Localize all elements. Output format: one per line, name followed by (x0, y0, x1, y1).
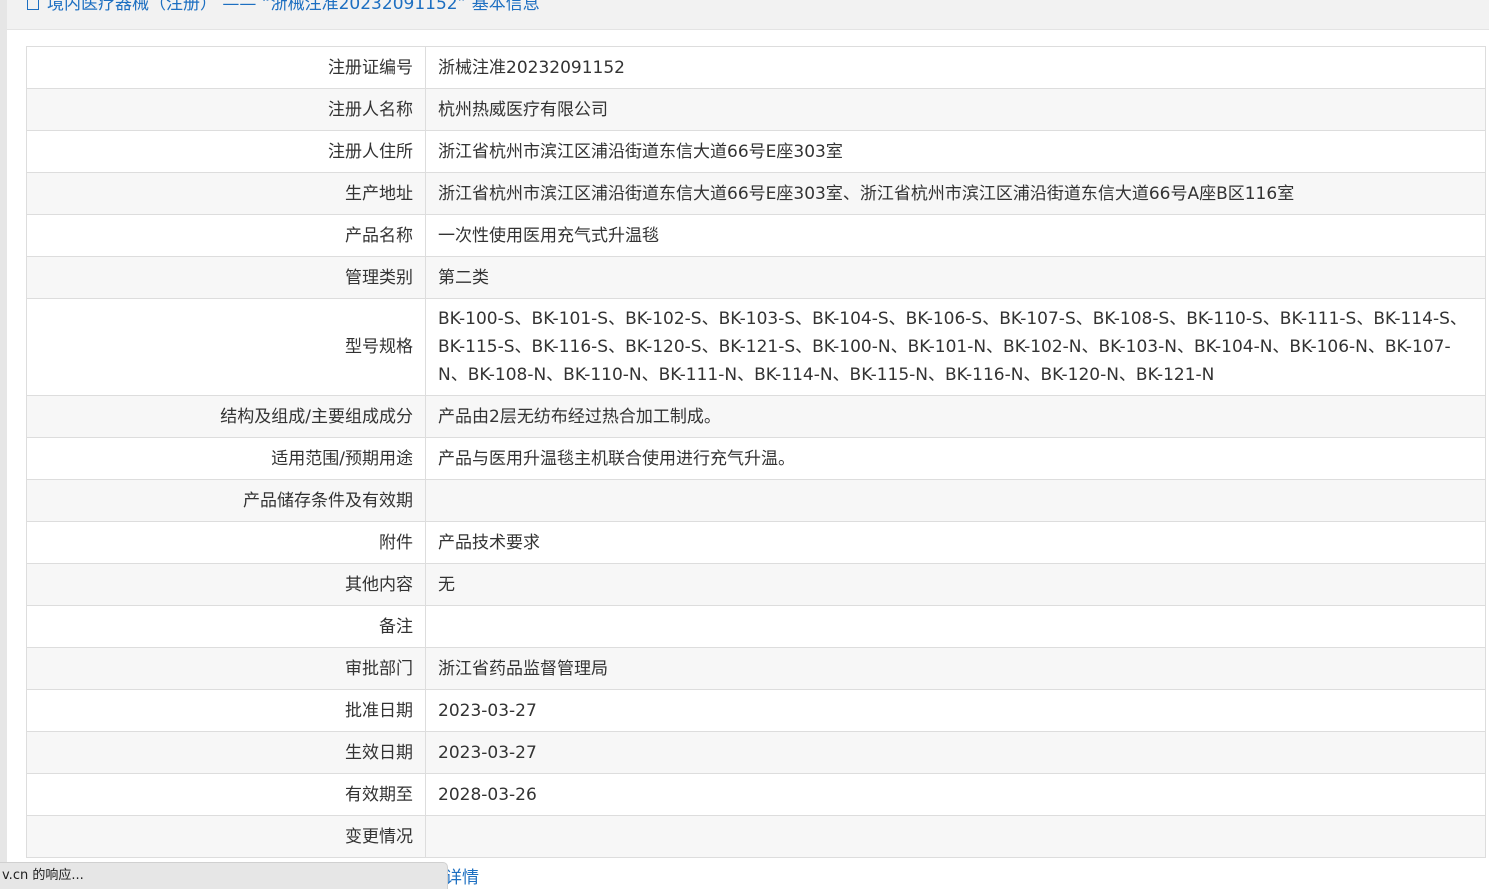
registration-info-table: 注册证编号 浙械注准20232091152 注册人名称 杭州热威医疗有限公司 注… (26, 46, 1486, 858)
row-value (425, 479, 1486, 522)
row-label: 管理类别 (26, 256, 426, 299)
row-label: 其他内容 (26, 563, 426, 606)
table-row: 管理类别 第二类 (26, 256, 1486, 299)
browser-status-bar: v.cn 的响应... (0, 862, 448, 889)
table-row: 审批部门 浙江省药品监督管理局 (26, 647, 1486, 690)
table-row: 注册人名称 杭州热威医疗有限公司 (26, 88, 1486, 131)
row-label: 产品名称 (26, 214, 426, 257)
table-row: 产品储存条件及有效期 (26, 479, 1486, 522)
document-icon (27, 0, 39, 10)
table-row: 结构及组成/主要组成成分 产品由2层无纺布经过热合加工制成。 (26, 395, 1486, 438)
table-row: 适用范围/预期用途 产品与医用升温毯主机联合使用进行充气升温。 (26, 437, 1486, 480)
row-value: 浙械注准20232091152 (425, 46, 1486, 89)
row-label: 注册人名称 (26, 88, 426, 131)
row-label: 注册证编号 (26, 46, 426, 89)
row-value: 产品与医用升温毯主机联合使用进行充气升温。 (425, 437, 1486, 480)
detail-link[interactable]: 详情 (445, 866, 479, 889)
row-value: 浙江省杭州市滨江区浦沿街道东信大道66号E座303室、浙江省杭州市滨江区浦沿街道… (425, 172, 1486, 215)
page: 境内医疗器械（注册） —— “浙械注准20232091152” 基本信息 注册证… (0, 0, 1489, 889)
table-row: 注册人住所 浙江省杭州市滨江区浦沿街道东信大道66号E座303室 (26, 130, 1486, 173)
row-label: 型号规格 (26, 298, 426, 396)
row-label: 变更情况 (26, 815, 426, 858)
table-row: 产品名称 一次性使用医用充气式升温毯 (26, 214, 1486, 257)
row-label: 备注 (26, 605, 426, 648)
table-row: 批准日期 2023-03-27 (26, 689, 1486, 732)
row-label: 审批部门 (26, 647, 426, 690)
table-row: 备注 (26, 605, 1486, 648)
row-label: 结构及组成/主要组成成分 (26, 395, 426, 438)
row-label: 生产地址 (26, 172, 426, 215)
row-label: 附件 (26, 521, 426, 564)
row-label: 适用范围/预期用途 (26, 437, 426, 480)
row-value: 浙江省药品监督管理局 (425, 647, 1486, 690)
row-label: 生效日期 (26, 731, 426, 774)
row-value: 浙江省杭州市滨江区浦沿街道东信大道66号E座303室 (425, 130, 1486, 173)
table-row: 注册证编号 浙械注准20232091152 (26, 46, 1486, 89)
row-label: 产品储存条件及有效期 (26, 479, 426, 522)
table-row: 其他内容 无 (26, 563, 1486, 606)
row-value: 一次性使用医用充气式升温毯 (425, 214, 1486, 257)
page-title: 境内医疗器械（注册） —— “浙械注准20232091152” 基本信息 (27, 0, 540, 16)
row-label: 批准日期 (26, 689, 426, 732)
left-edge-bar (0, 0, 7, 889)
row-value: 无 (425, 563, 1486, 606)
table-row: 生产地址 浙江省杭州市滨江区浦沿街道东信大道66号E座303室、浙江省杭州市滨江… (26, 172, 1486, 215)
title-bar: 境内医疗器械（注册） —— “浙械注准20232091152” 基本信息 (7, 0, 1489, 30)
row-value: 2023-03-27 (425, 731, 1486, 774)
table-row: 变更情况 (26, 815, 1486, 858)
row-label: 注册人住所 (26, 130, 426, 173)
table-row: 型号规格 BK-100-S、BK-101-S、BK-102-S、BK-103-S… (26, 298, 1486, 396)
row-value: 产品技术要求 (425, 521, 1486, 564)
table-row: 生效日期 2023-03-27 (26, 731, 1486, 774)
row-value: 第二类 (425, 256, 1486, 299)
row-value: 2023-03-27 (425, 689, 1486, 732)
row-value: 杭州热威医疗有限公司 (425, 88, 1486, 131)
table-row: 附件 产品技术要求 (26, 521, 1486, 564)
row-value (425, 815, 1486, 858)
page-title-text: 境内医疗器械（注册） —— “浙械注准20232091152” 基本信息 (47, 0, 540, 14)
row-value: BK-100-S、BK-101-S、BK-102-S、BK-103-S、BK-1… (425, 298, 1486, 396)
row-value: 2028-03-26 (425, 773, 1486, 816)
row-value (425, 605, 1486, 648)
row-value: 产品由2层无纺布经过热合加工制成。 (425, 395, 1486, 438)
row-label: 有效期至 (26, 773, 426, 816)
table-row: 有效期至 2028-03-26 (26, 773, 1486, 816)
